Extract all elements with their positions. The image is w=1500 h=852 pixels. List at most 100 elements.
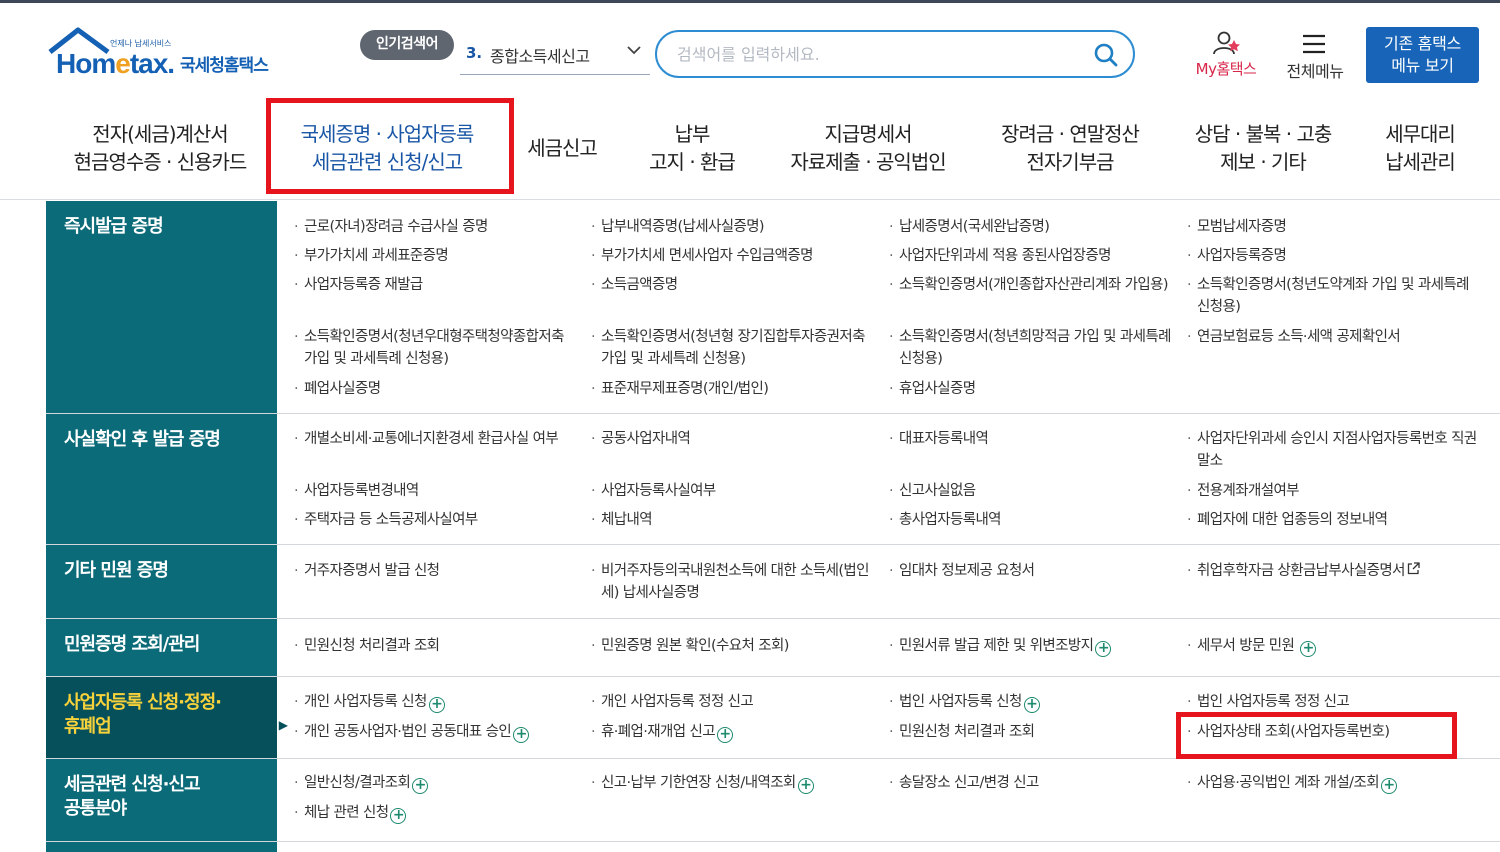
menu-link-label: 세무서 방문 민원 xyxy=(1197,638,1295,654)
menu-link[interactable]: 소득확인증명서(청년도약계좌 가입 및 과세특례 신청용) xyxy=(1187,274,1477,318)
expand-plus-icon[interactable]: + xyxy=(1380,778,1397,794)
section-title[interactable]: 즉시발급 증명 xyxy=(46,201,277,413)
menu-link-label: 신고·납부 기한연장 신청/내역조회 xyxy=(601,775,796,791)
search-input[interactable] xyxy=(677,42,1077,66)
menu-link[interactable]: 소득확인증명서(청년우대형주택청약종합저축 가입 및 과세특례 신청용) xyxy=(294,326,578,370)
gnb-label-1: 세금신고 xyxy=(527,136,598,160)
menu-link[interactable]: 민원서류 발급 제한 및 위변조방지+ xyxy=(889,635,1179,657)
popular-search-select[interactable]: 3. 종합소득세신고 xyxy=(460,36,650,75)
menu-link[interactable]: 사업용·공익법인 계좌 개설/조회+ xyxy=(1187,772,1487,794)
menu-link[interactable]: 공동사업자내역 xyxy=(591,428,871,450)
gnb-tax-filing[interactable]: 세금신고 xyxy=(520,134,604,162)
menu-link[interactable]: 세무서 방문 민원 + xyxy=(1187,635,1477,657)
menu-link[interactable]: 소득금액증명 xyxy=(591,274,871,296)
menu-link[interactable]: 모범납세자증명 xyxy=(1187,216,1477,238)
menu-link[interactable]: 사업자단위과세 적용 종된사업장증명 xyxy=(889,245,1169,267)
menu-link[interactable]: 임대차 정보제공 요청서 xyxy=(889,560,1169,582)
search-icon[interactable] xyxy=(1093,42,1119,72)
expand-plus-icon[interactable]: + xyxy=(1300,641,1317,657)
expand-plus-icon[interactable]: + xyxy=(412,778,429,794)
gnb-incentive-yearend[interactable]: 장려금 · 연말정산 전자기부금 xyxy=(990,120,1150,176)
menu-link[interactable]: 주택자금 등 소득공제사실여부 xyxy=(294,509,574,531)
menu-link[interactable]: 표준재무제표증명(개인/법인) xyxy=(591,378,871,400)
menu-link[interactable]: 부가가치세 면세사업자 수입금액증명 xyxy=(591,245,871,267)
menu-link[interactable]: 개별소비세·교통에너지환경세 환급사실 여부 xyxy=(294,428,574,450)
menu-link[interactable]: 개인 공동사업자·법인 공동대표 승인+ xyxy=(294,721,584,743)
gnb-consult-appeal[interactable]: 상담 · 불복 · 고충 제보 · 기타 xyxy=(1180,120,1346,176)
menu-link[interactable]: 사업자단위과세 승인시 지점사업자등록번호 직권말소 xyxy=(1187,428,1477,472)
menu-link[interactable]: 대표자등록내역 xyxy=(889,428,1169,450)
menu-link[interactable]: 체납내역 xyxy=(591,509,871,531)
menu-link[interactable]: 민원증명 원본 확인(수요처 조회) xyxy=(591,635,871,657)
menu-link-label: 사업용·공익법인 계좌 개설/조회 xyxy=(1197,775,1380,791)
expand-plus-icon[interactable]: + xyxy=(513,727,530,743)
expand-plus-icon[interactable]: + xyxy=(390,808,407,824)
menu-link[interactable]: 법인 사업자등록 정정 신고 xyxy=(1187,691,1477,713)
menu-link[interactable]: 신고·납부 기한연장 신청/내역조회+ xyxy=(591,772,881,794)
gnb-e-invoice[interactable]: 전자(세금)계산서 현금영수증 · 신용카드 xyxy=(60,120,260,176)
my-hometax-button[interactable]: My홈택스 xyxy=(1186,30,1266,82)
section-title[interactable]: 세금관련 신청·신고 공통분야 xyxy=(46,759,277,841)
gnb-payment[interactable]: 납부 고지 · 환급 xyxy=(630,120,754,176)
gnb-payment-statement[interactable]: 지급명세서 자료제출 · 공익법인 xyxy=(780,120,956,176)
popular-rank: 3. xyxy=(466,44,483,62)
section-instant-certificate: 즉시발급 증명 근로(자녀)장려금 수급사실 증명 납부내역증명(납세사실증명)… xyxy=(46,201,1500,414)
menu-link-label: 개인 공동사업자·법인 공동대표 승인 xyxy=(304,724,512,740)
menu-link[interactable]: 휴업사실증명 xyxy=(889,378,1169,400)
popular-term: 종합소득세신고 xyxy=(490,47,590,66)
menu-link[interactable]: 휴·폐업·재개업 신고+ xyxy=(591,721,871,743)
menu-link[interactable]: 사업자등록증 재발급 xyxy=(294,274,574,296)
gnb-label-2: 고지 · 환급 xyxy=(649,150,736,174)
section-tax-application-common: 세금관련 신청·신고 공통분야 일반신청/결과조회+ 신고·납부 기한연장 신청… xyxy=(46,759,1500,842)
menu-link[interactable]: 사업자등록사실여부 xyxy=(591,480,871,502)
menu-link[interactable]: 개인 사업자등록 정정 신고 xyxy=(591,691,871,713)
menu-link[interactable]: 개인 사업자등록 신청+ xyxy=(294,691,574,713)
menu-link[interactable]: 전용계좌개설여부 xyxy=(1187,480,1477,502)
select-underline xyxy=(460,74,650,75)
menu-link[interactable]: 비거주자등의국내원천소득에 대한 소득세(법인세) 납세사실증명 xyxy=(591,560,871,604)
hometax-logo[interactable]: 언제나 납세서비스 Hometax. 국세청홈택스 xyxy=(46,24,296,84)
external-link-icon xyxy=(1407,561,1420,583)
menu-link[interactable]: 근로(자녀)장려금 수급사실 증명 xyxy=(294,216,574,238)
section-title[interactable]: 사실확인 후 발급 증명 xyxy=(46,414,277,544)
expand-plus-icon[interactable]: + xyxy=(1095,641,1112,657)
menu-link[interactable]: 납세증명서(국세완납증명) xyxy=(889,216,1169,238)
menu-link[interactable]: 소득확인증명서(청년형 장기집합투자증권저축 가입 및 과세특례 신청용) xyxy=(591,326,871,370)
menu-link[interactable]: 사업자등록증명 xyxy=(1187,245,1477,267)
gnb-label-1: 지급명세서 xyxy=(824,122,913,146)
section-title-line2: 공통분야 xyxy=(64,798,127,819)
menu-link[interactable]: 법인 사업자등록 신청+ xyxy=(889,691,1169,713)
menu-link[interactable]: 거주자증명서 발급 신청 xyxy=(294,560,574,582)
menu-link[interactable]: 소득확인증명서(청년희망적금 가입 및 과세특례 신청용) xyxy=(889,326,1175,370)
menu-link[interactable]: 체납 관련 신청+ xyxy=(294,802,574,824)
menu-link[interactable]: 일반신청/결과조회+ xyxy=(294,772,574,794)
menu-link[interactable]: 소득확인증명서(개인종합자산관리계좌 가입용) xyxy=(889,274,1169,296)
menu-link[interactable]: 납부내역증명(납세사실증명) xyxy=(591,216,871,238)
menu-link[interactable]: 총사업자등록내역 xyxy=(889,509,1169,531)
menu-link[interactable]: 폐업사실증명 xyxy=(294,378,574,400)
menu-link[interactable]: 민원신청 처리결과 조회 xyxy=(889,721,1169,743)
user-icon xyxy=(1213,31,1240,55)
menu-link[interactable]: 신고사실없음 xyxy=(889,480,1169,502)
logo-brand: Hometax. xyxy=(56,48,175,79)
section-title-selected[interactable]: 사업자등록 신청·정정· 휴폐업 ▶ xyxy=(46,677,288,758)
section-title[interactable]: 기타 민원 증명 xyxy=(46,545,277,618)
menu-link[interactable]: 민원신청 처리결과 조회 xyxy=(294,635,574,657)
old-hometax-menu-button[interactable]: 기존 홈택스 메뉴 보기 xyxy=(1366,27,1479,83)
menu-link[interactable]: 연금보험료등 소득·세액 공제확인서 xyxy=(1187,326,1477,348)
menu-link[interactable]: 사업자등록변경내역 xyxy=(294,480,574,502)
expand-plus-icon[interactable]: + xyxy=(428,697,445,713)
menu-link-label: 휴·폐업·재개업 신고 xyxy=(601,724,716,740)
menu-link[interactable]: 송달장소 신고/변경 신고 xyxy=(889,772,1169,794)
menu-link[interactable]: 부가가치세 과세표준증명 xyxy=(294,245,574,267)
gnb-tax-agent[interactable]: 세무대리 납세관리 xyxy=(1374,120,1466,176)
gnb-label-1: 납부 xyxy=(674,122,711,146)
expand-plus-icon[interactable]: + xyxy=(1023,697,1040,713)
menu-link[interactable]: 취업후학자금 상환금납부사실증명서 xyxy=(1187,560,1487,583)
section-title[interactable]: 민원증명 조회/관리 xyxy=(46,619,277,676)
expand-plus-icon[interactable]: + xyxy=(716,727,733,743)
expand-plus-icon[interactable]: + xyxy=(797,778,814,794)
section-fact-check-certificate: 사실확인 후 발급 증명 개별소비세·교통에너지환경세 환급사실 여부 공동사업… xyxy=(46,414,1500,545)
menu-link[interactable]: 폐업자에 대한 업종등의 정보내역 xyxy=(1187,509,1477,531)
all-menu-button[interactable]: 전체메뉴 xyxy=(1280,30,1350,82)
